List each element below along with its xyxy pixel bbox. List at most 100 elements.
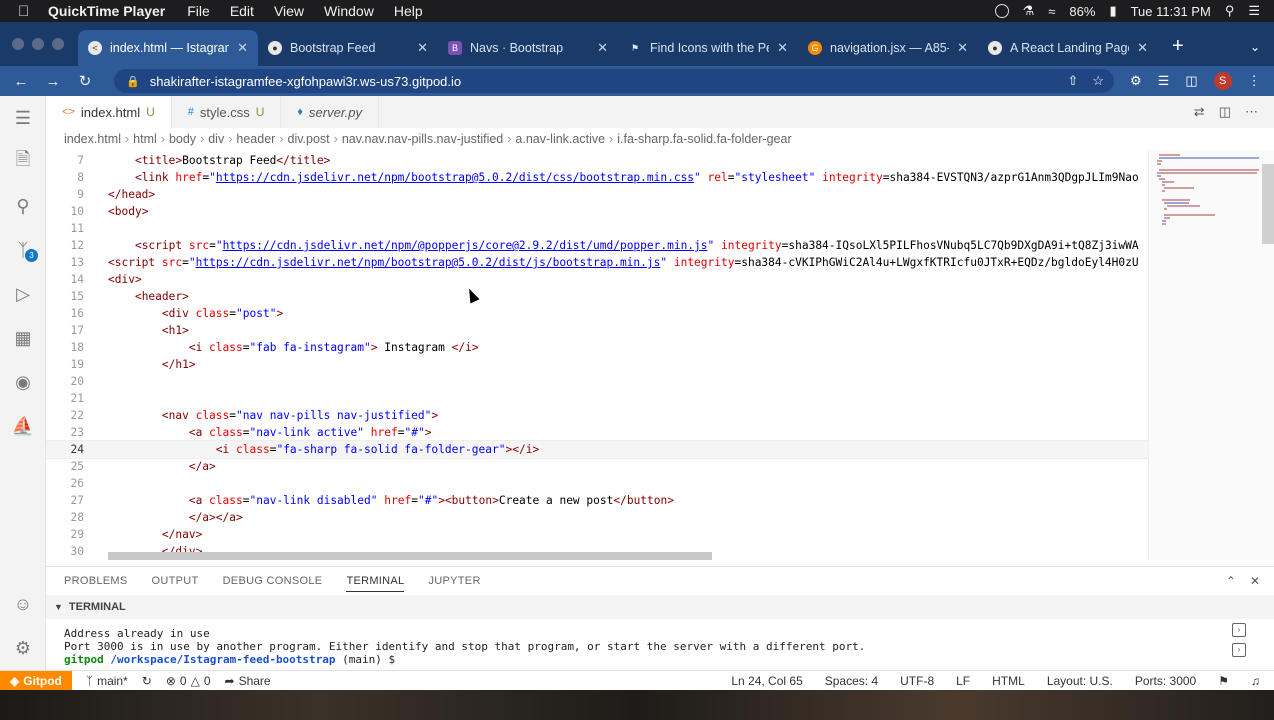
code-line[interactable]: 16 <div class="post"> bbox=[46, 305, 1148, 322]
code-line[interactable]: 15 <header> bbox=[46, 288, 1148, 305]
code-line[interactable]: 12 <script src="https://cdn.jsdelivr.net… bbox=[46, 237, 1148, 254]
extensions-icon[interactable]: ⚙ bbox=[1130, 73, 1142, 89]
menu-help[interactable]: Help bbox=[394, 3, 423, 19]
record-icon[interactable] bbox=[994, 4, 1009, 18]
close-tab-icon[interactable]: ✕ bbox=[1137, 40, 1148, 56]
share-button[interactable]: ➦ Share bbox=[225, 674, 271, 688]
browser-tab-find-icons[interactable]: ⚑ Find Icons with the Pe ✕ bbox=[618, 30, 798, 66]
close-tab-icon[interactable]: ✕ bbox=[957, 40, 968, 56]
menubar-app-name[interactable]: QuickTime Player bbox=[48, 3, 165, 19]
bookmark-star-icon[interactable]: ☆ bbox=[1092, 73, 1104, 89]
minimize-window-icon[interactable] bbox=[32, 38, 44, 50]
code-line[interactable]: 18 <i class="fab fa-instagram"> Instagra… bbox=[46, 339, 1148, 356]
code-line[interactable]: 25 </a> bbox=[46, 458, 1148, 475]
horizontal-scrollbar[interactable] bbox=[108, 552, 712, 560]
run-debug-icon[interactable]: ▷ bbox=[0, 272, 46, 316]
breadcrumb-item[interactable]: i.fa-sharp.fa-solid.fa-folder-gear bbox=[617, 132, 791, 146]
more-actions-icon[interactable]: ⋯ bbox=[1245, 104, 1258, 120]
spotlight-icon[interactable]: ⚲ bbox=[1225, 3, 1235, 19]
account-icon[interactable]: ☺ bbox=[0, 582, 46, 626]
tab-problems[interactable]: PROBLEMS bbox=[64, 575, 128, 587]
code-line[interactable]: 26 bbox=[46, 475, 1148, 492]
editor-tab-index-html[interactable]: <> index.html U bbox=[46, 96, 172, 128]
browser-tab-bootstrap-feed[interactable]: ● Bootstrap Feed ✕ bbox=[258, 30, 438, 66]
code-line[interactable]: 13 <script src="https://cdn.jsdelivr.net/… bbox=[46, 254, 1148, 271]
side-panel-icon[interactable]: ◫ bbox=[1185, 73, 1197, 89]
back-icon[interactable]: ← bbox=[10, 73, 32, 90]
share-icon[interactable]: ⇧ bbox=[1067, 73, 1078, 89]
editor-tab-style-css[interactable]: # style.css U bbox=[172, 96, 282, 128]
lock-icon[interactable]: 🔒 bbox=[126, 75, 140, 88]
maximize-panel-icon[interactable]: ⌃ bbox=[1226, 574, 1236, 588]
code-line[interactable]: 28 </a></a> bbox=[46, 509, 1148, 526]
keyboard-layout[interactable]: Layout: U.S. bbox=[1047, 674, 1113, 688]
end-of-line[interactable]: LF bbox=[956, 674, 970, 688]
browser-tab-vscode[interactable]: < index.html — Istagram ✕ bbox=[78, 30, 258, 66]
browser-tab-navigation-jsx[interactable]: G navigation.jsx — A85- ✕ bbox=[798, 30, 978, 66]
branch-indicator[interactable]: ᛉ main* bbox=[86, 674, 128, 688]
reading-list-icon[interactable]: ☰ bbox=[1158, 73, 1170, 89]
code-line[interactable]: 21 bbox=[46, 390, 1148, 407]
code-line[interactable]: 20 bbox=[46, 373, 1148, 390]
cursor-position[interactable]: Ln 24, Col 65 bbox=[731, 674, 802, 688]
code-line[interactable]: 7 <title>Bootstrap Feed</title> bbox=[46, 152, 1148, 169]
source-control-icon[interactable]: ᛉ3 bbox=[0, 228, 46, 272]
menu-file[interactable]: File bbox=[187, 3, 210, 19]
zoom-window-icon[interactable] bbox=[52, 38, 64, 50]
code-line[interactable]: 24 <i class="fa-sharp fa-solid fa-folder… bbox=[46, 440, 1148, 459]
new-tab-icon[interactable]: + bbox=[1172, 35, 1184, 58]
code-line[interactable]: 17 <h1> bbox=[46, 322, 1148, 339]
profile-avatar[interactable]: S bbox=[1213, 72, 1232, 90]
code-line[interactable]: 23 <a class="nav-link active" href="#"> bbox=[46, 424, 1148, 441]
breadcrumb-item[interactable]: div.post bbox=[288, 132, 330, 146]
search-icon[interactable]: ⚲ bbox=[0, 184, 46, 228]
notifications-bell-icon[interactable]: ♫ bbox=[1251, 674, 1260, 688]
encoding[interactable]: UTF-8 bbox=[900, 674, 934, 688]
bluetooth-icon[interactable]: ⚗ bbox=[1023, 3, 1035, 19]
battery-icon[interactable]: ▮ bbox=[1109, 3, 1116, 19]
menu-window[interactable]: Window bbox=[324, 3, 374, 19]
split-editor-icon[interactable]: ◫ bbox=[1219, 104, 1231, 120]
gitpod-button[interactable]: ◈ Gitpod bbox=[0, 670, 72, 691]
tab-terminal[interactable]: TERMINAL bbox=[346, 575, 405, 592]
breadcrumb-item[interactable]: div bbox=[208, 132, 224, 146]
indentation[interactable]: Spaces: 4 bbox=[825, 674, 878, 688]
code-line[interactable]: 9 </head> bbox=[46, 186, 1148, 203]
tab-debug-console[interactable]: DEBUG CONSOLE bbox=[223, 575, 323, 587]
menubar-clock[interactable]: Tue 11:31 PM bbox=[1131, 4, 1211, 19]
tab-jupyter[interactable]: JUPYTER bbox=[428, 575, 480, 587]
code-line[interactable]: 19 </h1> bbox=[46, 356, 1148, 373]
terminal-section-header[interactable]: ▼ TERMINAL bbox=[46, 595, 1274, 619]
apple-icon[interactable]:  bbox=[18, 3, 34, 20]
menu-view[interactable]: View bbox=[274, 3, 304, 19]
code-line[interactable]: 27 <a class="nav-link disabled" href="#"… bbox=[46, 492, 1148, 509]
url-text[interactable]: shakirafter-istagramfee-xgfohpawi3r.ws-u… bbox=[150, 74, 1068, 89]
close-tab-icon[interactable]: ✕ bbox=[597, 40, 608, 56]
forward-icon[interactable]: → bbox=[42, 73, 64, 90]
menu-icon[interactable]: ☰ bbox=[0, 96, 46, 140]
code-line[interactable]: 8 <link href="https://cdn.jsdelivr.net/n… bbox=[46, 169, 1148, 186]
code-line[interactable]: 14 <div> bbox=[46, 271, 1148, 288]
close-tab-icon[interactable]: ✕ bbox=[237, 40, 248, 56]
settings-gear-icon[interactable]: ⚙ bbox=[0, 626, 46, 670]
browser-tab-react-landing[interactable]: ● A React Landing Page ✕ bbox=[978, 30, 1158, 66]
breadcrumb-item[interactable]: nav.nav.nav-pills.nav-justified bbox=[342, 132, 503, 146]
terminal-instance-icon[interactable]: › bbox=[1232, 643, 1246, 657]
code-line[interactable]: 29 </nav> bbox=[46, 526, 1148, 543]
tab-search-icon[interactable]: ⌄ bbox=[1250, 40, 1260, 54]
close-tab-icon[interactable]: ✕ bbox=[417, 40, 428, 56]
terminal-output[interactable]: Address already in use Port 3000 is in us… bbox=[46, 619, 1274, 666]
ports[interactable]: Ports: 3000 bbox=[1135, 674, 1196, 688]
code-line[interactable]: 10 <body> bbox=[46, 203, 1148, 220]
tab-output[interactable]: OUTPUT bbox=[152, 575, 199, 587]
docker-icon[interactable]: ⛵ bbox=[0, 404, 46, 448]
breadcrumb-item[interactable]: index.html bbox=[64, 132, 121, 146]
explorer-icon[interactable]: 🗎 bbox=[0, 140, 46, 184]
browser-tab-navs-bootstrap[interactable]: B Navs · Bootstrap ✕ bbox=[438, 30, 618, 66]
editor-tab-server-py[interactable]: ♦ server.py bbox=[281, 96, 380, 128]
close-tab-icon[interactable]: ✕ bbox=[777, 40, 788, 56]
sync-icon[interactable]: ↻ bbox=[142, 674, 152, 688]
code-line[interactable]: 22 <nav class="nav nav-pills nav-justifi… bbox=[46, 407, 1148, 424]
control-center-icon[interactable]: ☰ bbox=[1248, 3, 1260, 19]
wifi-icon[interactable]: ≈ bbox=[1048, 4, 1055, 19]
